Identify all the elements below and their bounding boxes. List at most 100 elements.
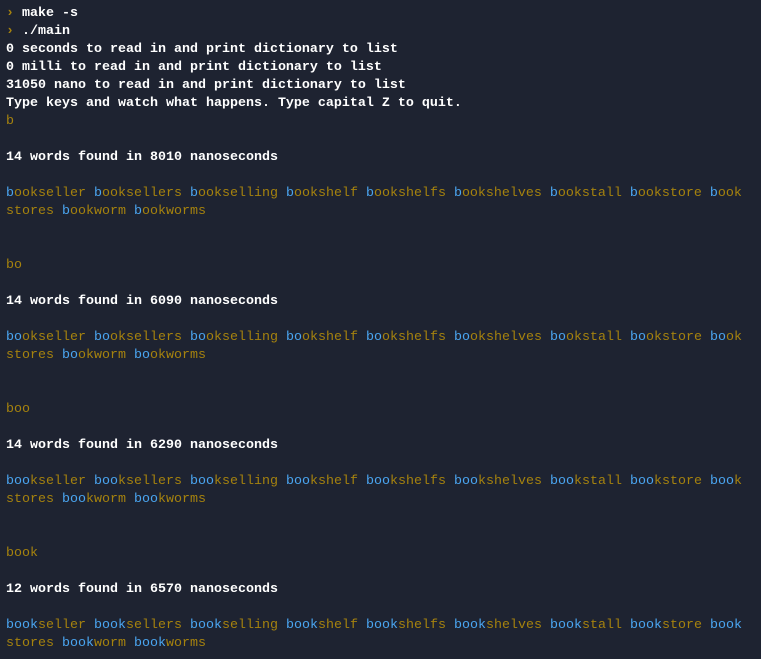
matched-prefix: boo — [94, 474, 118, 489]
word-remainder: kshelfs — [390, 474, 446, 489]
word-remainder: ksellers — [118, 474, 182, 489]
word-remainder: worm — [94, 636, 126, 651]
word-remainder: ookseller — [14, 186, 86, 201]
word-remainder: shelves — [486, 618, 542, 633]
matched-prefix: bo — [549, 330, 566, 345]
word-remainder: ookshelf — [293, 186, 358, 201]
word-match: bookworm — [62, 348, 126, 363]
word-remainder: okworm — [78, 348, 126, 363]
matched-prefix: bo — [189, 330, 206, 345]
matched-prefix: boo — [190, 474, 214, 489]
word-match: bookshelf — [286, 618, 358, 633]
word-match: bookworm — [62, 636, 126, 651]
word-remainder: selling — [222, 618, 278, 633]
word-match: bookworms — [134, 492, 206, 507]
query-block: bo 14 words found in 6090 nanoseconds book… — [6, 221, 750, 365]
word-remainder: ookstall — [557, 186, 622, 201]
word-remainder: okstore — [645, 330, 702, 345]
result-summary: 14 words found in 8010 nanoseconds — [6, 150, 278, 165]
word-match: booksellers — [94, 474, 182, 489]
word-match: bookstall — [550, 330, 622, 345]
output-line: 0 milli to read in and print dictionary … — [6, 60, 382, 75]
word-remainder: ookstore — [637, 186, 702, 201]
command-line: › make -s — [6, 5, 750, 23]
matched-prefix: b — [549, 186, 558, 201]
matched-prefix: book — [550, 618, 582, 633]
query-results: b 14 words found in 8010 nanoseconds books… — [6, 113, 750, 653]
result-summary: 14 words found in 6090 nanoseconds — [6, 294, 278, 309]
word-list: bookseller booksellers bookselling books… — [6, 617, 750, 653]
word-remainder: ookselling — [197, 186, 278, 201]
matched-prefix: bo — [285, 330, 302, 345]
word-remainder: okstall — [565, 330, 622, 345]
word-remainder: kshelves — [478, 474, 542, 489]
word-match: bookstall — [550, 186, 622, 201]
word-match: bookworms — [134, 636, 206, 651]
matched-prefix: bo — [453, 330, 470, 345]
matched-prefix: bo — [6, 330, 22, 345]
query-input: book — [6, 546, 38, 561]
word-match: bookshelfs — [366, 330, 446, 345]
matched-prefix: b — [365, 186, 374, 201]
word-match: bookshelfs — [366, 618, 446, 633]
word-match: bookworms — [134, 204, 206, 219]
matched-prefix: bo — [134, 348, 150, 363]
word-remainder: shelfs — [398, 618, 446, 633]
query-input: bo — [6, 258, 22, 273]
word-match: bookshelves — [454, 618, 542, 633]
query-input: boo — [6, 402, 30, 417]
matched-prefix: book — [366, 618, 398, 633]
word-list: bookseller booksellers bookselling books… — [6, 329, 750, 365]
command-text: make -s — [21, 6, 78, 21]
word-remainder: ooksellers — [101, 186, 182, 201]
word-remainder: worms — [166, 636, 206, 651]
matched-prefix: boo — [366, 474, 390, 489]
matched-prefix: book — [630, 618, 662, 633]
word-remainder: store — [662, 618, 702, 633]
matched-prefix: b — [285, 186, 294, 201]
word-match: bookstore — [630, 474, 702, 489]
word-match: bookselling — [190, 474, 278, 489]
prompt-chevron-icon: › — [6, 6, 14, 21]
matched-prefix: b — [62, 204, 70, 219]
matched-prefix: b — [189, 186, 198, 201]
word-match: bookseller — [6, 474, 86, 489]
prompt-chevron-icon: › — [6, 24, 14, 39]
matched-prefix: bo — [94, 330, 110, 345]
matched-prefix: boo — [630, 474, 654, 489]
matched-prefix: book — [94, 618, 126, 633]
matched-prefix: book — [6, 618, 38, 633]
terminal-output: › make -s › ./main 0 seconds to read in an… — [6, 5, 750, 653]
word-remainder: kseller — [30, 474, 86, 489]
word-match: booksellers — [94, 186, 182, 201]
word-remainder: kselling — [214, 474, 278, 489]
word-match: bookselling — [190, 618, 278, 633]
word-match: bookshelf — [286, 474, 358, 489]
matched-prefix: b — [629, 186, 638, 201]
result-summary: 14 words found in 6290 nanoseconds — [6, 438, 278, 453]
word-list: bookseller booksellers bookselling books… — [6, 473, 750, 509]
word-match: bookshelfs — [366, 474, 446, 489]
word-match: bookseller — [6, 330, 86, 345]
result-summary: 12 words found in 6570 nanoseconds — [6, 582, 278, 597]
word-match: bookseller — [6, 618, 86, 633]
word-match: bookshelf — [286, 186, 358, 201]
word-match: booksellers — [94, 330, 182, 345]
word-match: bookstall — [550, 618, 622, 633]
word-match: bookshelves — [454, 330, 542, 345]
word-match: bookselling — [190, 330, 278, 345]
word-match: bookstore — [630, 618, 702, 633]
matched-prefix: boo — [550, 474, 574, 489]
word-match: bookshelves — [454, 474, 542, 489]
matched-prefix: boo — [6, 474, 30, 489]
word-match: booksellers — [94, 618, 182, 633]
word-remainder: kstore — [654, 474, 702, 489]
word-remainder: ookworm — [70, 204, 126, 219]
output-line: 0 seconds to read in and print dictionar… — [6, 42, 398, 57]
